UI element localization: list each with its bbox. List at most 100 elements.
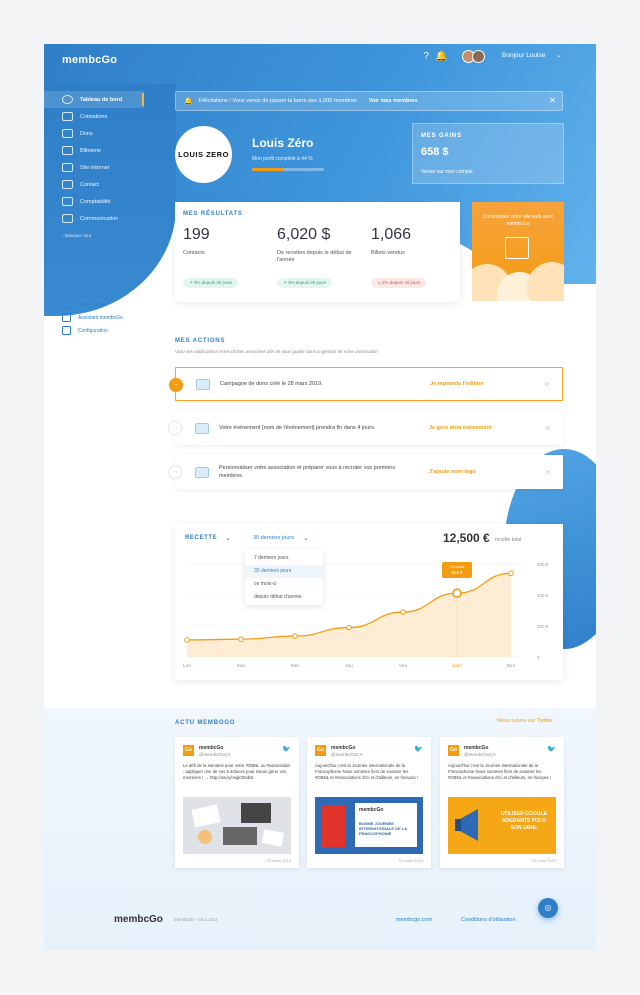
chart-point[interactable] [346, 624, 352, 631]
profile-logo[interactable]: LOUIS ZERO [175, 126, 232, 183]
profile-completion: Mon profil complété à 44 % [252, 156, 313, 162]
avatar: Go [183, 745, 194, 756]
bell-icon[interactable]: 🔔 [435, 51, 447, 63]
sidebar-item-contact[interactable]: Contact [44, 176, 144, 193]
chat-button[interactable]: ◎ [538, 898, 558, 918]
x-tick-label: Jeu [345, 663, 353, 669]
tooltip-date: 30 mars [450, 565, 464, 570]
tweet-text: Aujourd'hui c'est la Journée internation… [315, 763, 418, 780]
action-text: Campagne de dons créé le 28 mars 2019. [220, 381, 323, 387]
dropdown-option[interactable]: 30 derniers jours [245, 565, 323, 578]
avatar[interactable] [462, 50, 486, 64]
tweet-author: membcGo [331, 745, 356, 751]
sidebar-item-billeterie[interactable]: Billeterie [44, 142, 144, 159]
close-icon[interactable]: ✕ [544, 468, 551, 477]
configuration-link[interactable]: Configuration [62, 324, 123, 337]
avatar: Go [448, 745, 459, 756]
sidebar-item-comptabilite[interactable]: Comptabilité [44, 193, 144, 210]
chevron-down-icon[interactable]: ⌄ [556, 51, 562, 59]
range-dropdown: 7 derniers jours 30 derniers jours ce mo… [245, 549, 323, 605]
action-item: → Votre événement [nom de l'événement] p… [168, 411, 563, 445]
actions-subtitle: Voici vos notifications et les tâches as… [175, 349, 378, 354]
close-icon[interactable]: ✕ [544, 424, 551, 433]
assistant-link[interactable]: Assistant membcGo [62, 311, 123, 324]
dashboard-icon [62, 95, 73, 104]
news-title: ACTU MEMBOGO [175, 720, 236, 726]
sidebar-item-label: Cotisations [80, 113, 108, 120]
action-cta[interactable]: Je reprends l'édition [430, 381, 484, 387]
trend-text: 3% depuis 30 jours [288, 280, 327, 285]
chart-point[interactable] [292, 633, 298, 639]
sidebar-item-dons[interactable]: Dons [44, 125, 144, 142]
image-text: BONNE JOURNÉE INTERNATIONALE DE LA FRANC… [359, 821, 407, 836]
sidebar-item-label: Dons [80, 130, 93, 137]
tweet-date: 20 mars 2019 [398, 858, 423, 863]
gains-value: 658 $ [421, 146, 449, 158]
footer-link-terms[interactable]: Conditions d'utilisation [461, 917, 516, 923]
sidebar-item-communication[interactable]: Communication [44, 210, 144, 227]
tweet-author: membcGo [464, 745, 489, 751]
sidebar-item-label: Communication [80, 215, 119, 222]
y-tick-label: 600 € [537, 562, 549, 567]
gains-title: MES GAINS [421, 133, 462, 139]
x-tick-label: Mer [291, 663, 300, 669]
chart-point[interactable] [238, 636, 244, 642]
hide-all-link[interactable]: ‹ Masquer tout [62, 233, 91, 238]
close-icon[interactable]: ✕ [549, 96, 556, 105]
dropdown-option[interactable]: depuis début d'année [245, 591, 323, 604]
stat-value: 1,066 [371, 226, 412, 243]
results-title: MES RÉSULTATS [183, 211, 243, 217]
sidebar-help: Aide en ligne Assistant membcGo Configur… [62, 298, 123, 337]
action-cta[interactable]: J'ajoute mon logo [429, 469, 476, 475]
twitter-follow-link[interactable]: Nous suivre sur Twitter [497, 718, 553, 724]
tweet-card[interactable]: Go membcGo @membcGoCA 🐦 Le défi de la se… [175, 737, 299, 868]
action-item: → Personnaliser votre association et pré… [168, 455, 563, 489]
website-promo-card[interactable]: Construisez votre site web avec membcGo [472, 202, 564, 301]
actions-title: MES ACTIONS [175, 338, 226, 344]
y-tick-label: 0 [537, 655, 540, 660]
tweet-author: membcGo [199, 745, 224, 751]
help-icon[interactable]: ? [420, 51, 432, 63]
greeting[interactable]: Bonjour Louise [502, 52, 545, 59]
dropdown-option[interactable]: ce mois-ci [245, 578, 323, 591]
tweet-card[interactable]: Go membcGo @membcGoCA 🐦 Aujourd'hui c'es… [307, 737, 431, 868]
trend-badge: ↘ 2% depuis 30 jours [371, 278, 427, 288]
footer-link-site[interactable]: membcgo.com [396, 917, 432, 923]
go-icon [62, 313, 71, 322]
see-members-link[interactable]: Voir mes membres [369, 98, 418, 104]
sidebar-item-label: Site internet [80, 164, 110, 171]
calculator-icon [62, 197, 73, 206]
sidebar-item-site[interactable]: Site internet [44, 159, 144, 176]
image-text: UTILISER GOOGLE ADGRANTS POUR SON OBNL [500, 811, 548, 831]
footer-version: membcGo - v3.1.10.3 [174, 917, 218, 922]
revenue-line-chart: 600 € 400 € 200 € 0 Lun Mar Mer Jeu Ven Sam Dim [183, 562, 549, 669]
app-logo[interactable]: membcGo [62, 54, 117, 66]
browser-icon [62, 163, 73, 172]
tweet-image: UTILISER GOOGLE ADGRANTS POUR SON OBNL [448, 797, 556, 854]
gains-transfer-link[interactable]: Verser sur mon compte [421, 169, 473, 175]
chart-point[interactable] [452, 588, 462, 598]
x-tick-label: Mar [237, 663, 246, 669]
sidebar-item-dashboard[interactable]: Tableau de bord [44, 91, 144, 108]
sidebar-nav: Tableau de bord Cotisations Dons Billete… [44, 91, 144, 227]
help-online-link[interactable]: Aide en ligne [62, 298, 123, 311]
chart-point[interactable] [508, 570, 514, 577]
help-label: Configuration [78, 327, 108, 334]
help-label: Assistant membcGo [78, 314, 123, 321]
dropdown-option[interactable]: 7 derniers jours [245, 552, 323, 565]
sidebar-item-cotisations[interactable]: Cotisations [44, 108, 144, 125]
action-status-dot[interactable]: → [168, 421, 182, 435]
action-text: Personnaliser votre association et prépa… [219, 465, 396, 479]
chart-point[interactable] [400, 609, 406, 615]
chart-point[interactable] [184, 637, 190, 643]
question-icon [62, 300, 71, 309]
avatar: Go [315, 745, 326, 756]
action-status-dot[interactable]: → [168, 465, 182, 479]
tweet-handle: @membcGoCA [331, 752, 363, 757]
footer-logo[interactable]: membcGo [114, 914, 163, 925]
action-cta[interactable]: Je gère mon événement [429, 425, 492, 431]
action-status-dot[interactable]: → [169, 378, 183, 392]
close-icon[interactable]: ✕ [543, 380, 550, 389]
tweet-card[interactable]: Go membcGo @membcGoCA 🐦 Aujourd'hui c'es… [440, 737, 564, 868]
stat-label: Contacts [183, 250, 205, 256]
